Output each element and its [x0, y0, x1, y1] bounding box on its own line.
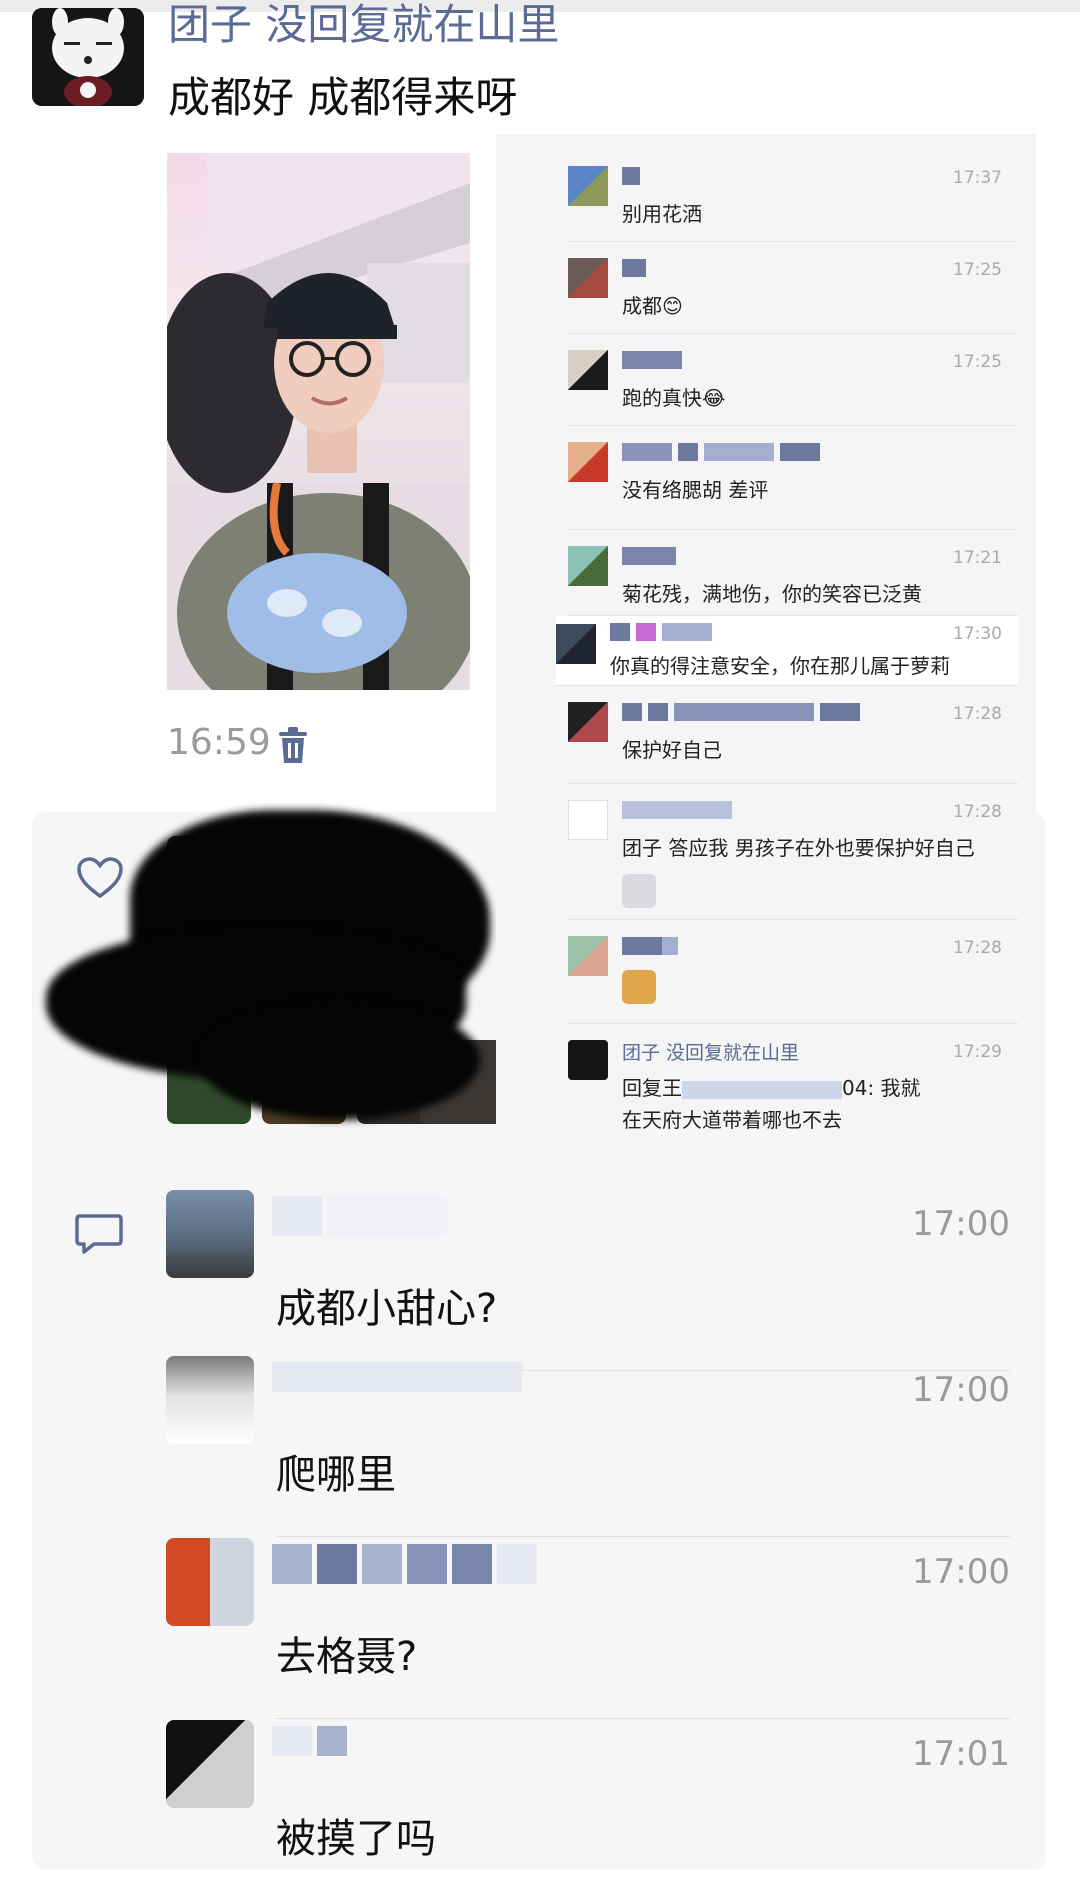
commenter-name[interactable] [272, 1196, 448, 1236]
overlay-comment: 没有络腮胡 差评 [568, 426, 1018, 530]
comment-time: 17:29 [953, 1042, 1002, 1062]
commenter-avatar[interactable] [166, 1720, 254, 1808]
commenter-avatar[interactable] [568, 258, 608, 298]
commenter-name[interactable] [622, 700, 861, 722]
comment-text: 成都😊 [622, 294, 683, 318]
comment-time: 17:00 [912, 1552, 1010, 1592]
commenter-name[interactable] [622, 798, 732, 820]
comment-text: 被摸了吗 [276, 1816, 436, 1862]
sticker-icon [622, 874, 656, 908]
comment-text: 保护好自己 [622, 738, 722, 762]
overlay-comment: 17:28 保护好自己 [568, 686, 1018, 784]
overlay-comment: 17:25 跑的真快😂 [568, 334, 1018, 426]
commenter-name[interactable] [622, 544, 676, 566]
commenter-avatar[interactable] [568, 166, 608, 206]
comment-time: 17:01 [912, 1734, 1010, 1774]
commenter-name[interactable] [622, 164, 640, 186]
overlay-comment: 17:25 成都😊 [568, 242, 1018, 334]
heart-icon [76, 856, 124, 900]
comment-time: 17:28 [953, 938, 1002, 958]
commenter-avatar[interactable] [166, 1356, 254, 1444]
overlay-comment: 17:21 菊花残，满地伤，你的笑容已泛黄 [568, 530, 1018, 616]
commenter-avatar[interactable] [556, 624, 596, 664]
comment-time: 17:00 [912, 1204, 1010, 1244]
post-time: 16:59 [167, 722, 271, 763]
commenter-name[interactable] [272, 1726, 348, 1766]
comment-text: 团子 答应我 男孩子在外也要保护好自己 [622, 836, 975, 860]
comment-text: 成都小甜心? [276, 1286, 498, 1332]
comment-text: 没有络腮胡 差评 [622, 478, 769, 502]
comment-text: 回复王 04: 我就 [622, 1072, 921, 1104]
comment-time: 17:21 [953, 548, 1002, 568]
commenter-name[interactable]: 团子 没回复就在山里 [622, 1038, 799, 1065]
commenter-avatar[interactable] [568, 442, 608, 482]
commenter-name[interactable] [622, 256, 646, 278]
comment-text-line2: 在天府大道带着哪也不去 [622, 1108, 842, 1132]
commenter-avatar[interactable] [568, 936, 608, 976]
comment-time: 17:28 [953, 802, 1002, 822]
comment-text: 爬哪里 [276, 1452, 396, 1498]
overlay-comment: 17:28 团子 答应我 男孩子在外也要保护好自己 [568, 784, 1018, 920]
comment-text: 别用花洒 [622, 202, 702, 226]
comment-text: 菊花残，满地伤，你的笑容已泛黄 [622, 582, 922, 606]
overlay-comment: 17:28 [568, 920, 1018, 1024]
commenter-avatar[interactable] [568, 1040, 608, 1080]
comment-time: 17:00 [912, 1370, 1010, 1410]
commenter-avatar[interactable] [166, 1538, 254, 1626]
post-photo[interactable] [167, 153, 470, 690]
commenter-avatar[interactable] [568, 546, 608, 586]
comment-time: 17:25 [953, 352, 1002, 372]
reply-suffix: 04: 我就 [842, 1076, 921, 1100]
commenter-avatar[interactable] [568, 702, 608, 742]
delete-icon[interactable] [277, 726, 309, 764]
comment-text: 你真的得注意安全，你在那儿属于萝莉 [610, 654, 950, 678]
divider [276, 1718, 1010, 1719]
comment-time: 17:28 [953, 704, 1002, 724]
overlay-comment: 团子 没回复就在山里 17:29 回复王 04: 我就 在天府大道带着哪也不去 [568, 1024, 1018, 1132]
divider [276, 1536, 1010, 1537]
sticker-icon [622, 970, 656, 1004]
post-text: 成都好 成都得来呀 [168, 73, 518, 122]
comment-icon [74, 1212, 124, 1256]
commenter-name[interactable] [622, 348, 682, 370]
reply-prefix: 回复王 [622, 1076, 682, 1100]
comment-time: 17:37 [953, 168, 1002, 188]
comment-text: 跑的真快😂 [622, 386, 726, 410]
commenter-name[interactable] [272, 1544, 538, 1584]
commenter-name[interactable] [272, 1362, 522, 1402]
redaction-scribble [200, 1000, 480, 1120]
comment-time: 17:25 [953, 260, 1002, 280]
overlay-comment: 17:30 你真的得注意安全，你在那儿属于萝莉 [556, 616, 1018, 686]
comment-text: 去格聂? [276, 1634, 418, 1680]
commenter-avatar[interactable] [166, 1190, 254, 1278]
commenter-name[interactable] [610, 620, 713, 642]
overlay-comment: 17:37 别用花洒 [568, 150, 1018, 242]
commenter-avatar[interactable] [568, 350, 608, 390]
comment-thread-overlay: 17:37 别用花洒 17:25 成都😊 17:25 跑的真快😂 没有络腮胡 差… [496, 134, 1036, 1132]
author-name[interactable]: 团子 没回复就在山里 [168, 0, 559, 50]
author-avatar[interactable] [32, 8, 144, 106]
commenter-avatar[interactable] [568, 800, 608, 840]
comment-time: 17:30 [953, 624, 1002, 644]
commenter-name[interactable] [622, 934, 678, 956]
commenter-name[interactable] [622, 440, 821, 462]
